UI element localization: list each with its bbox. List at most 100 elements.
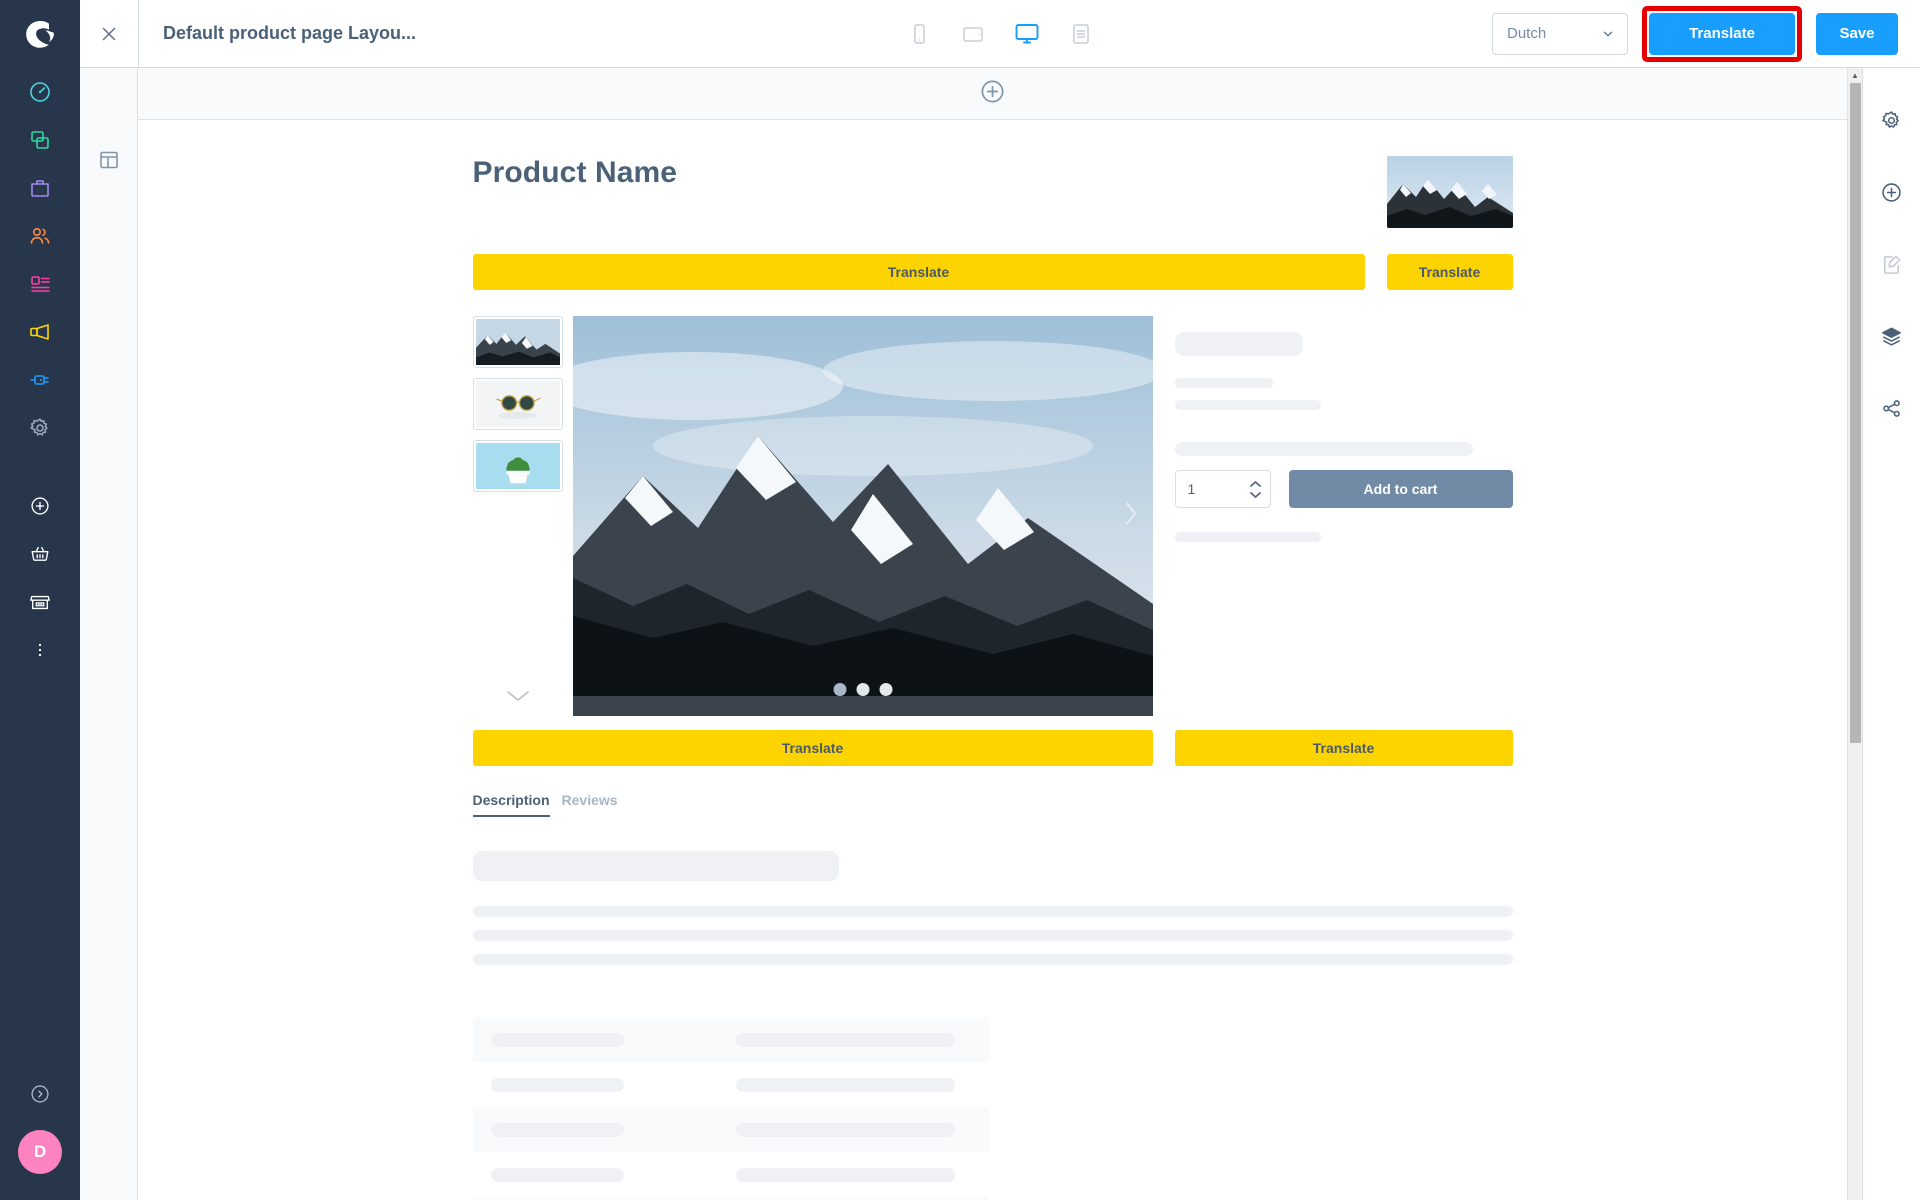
translate-overlay-gallery[interactable]: Translate: [472, 730, 1153, 766]
chevron-down-icon: [1249, 491, 1261, 498]
viewport-form-icon[interactable]: [1064, 17, 1098, 51]
sidebar-tool-add[interactable]: [0, 482, 80, 530]
gallery-scroll-down-chevron-icon[interactable]: [473, 688, 563, 704]
page-title: Default product page Layou...: [163, 23, 417, 43]
table-row: [472, 1107, 989, 1152]
quantity-stepper[interactable]: 1: [1174, 470, 1271, 508]
shopware-logo-icon[interactable]: [0, 0, 80, 68]
sidebar-item-content[interactable]: [0, 260, 80, 308]
placeholder-cell-value: [735, 1032, 955, 1047]
gallery-thumbnails: [472, 316, 563, 716]
viewport-tablet-icon[interactable]: [956, 17, 990, 51]
plus-circle-icon[interactable]: [1872, 172, 1912, 212]
right-tool-panel: [1862, 68, 1920, 1200]
avatar[interactable]: D: [18, 1130, 62, 1174]
sidebar-nav: [0, 68, 80, 674]
table-row: [472, 1017, 989, 1062]
add-section-plus-circle-icon[interactable]: [979, 78, 1006, 110]
carousel-dots: [833, 683, 892, 696]
layers-icon[interactable]: [1872, 316, 1912, 356]
viewport-mobile-icon[interactable]: [902, 17, 936, 51]
translate-overlay-buybox[interactable]: Translate: [1174, 730, 1513, 766]
viewport-switcher: [902, 17, 1098, 51]
chevron-right-circle-icon[interactable]: [0, 1058, 80, 1130]
translate-row-bottom: Translate Translate: [472, 730, 1513, 766]
carousel-dot-2[interactable]: [856, 683, 869, 696]
placeholder-meta-2: [1174, 400, 1321, 410]
close-icon[interactable]: [80, 0, 138, 68]
sidebar-item-catalogues[interactable]: [0, 116, 80, 164]
table-row: [473, 1062, 989, 1107]
tab-reviews[interactable]: Reviews: [562, 792, 618, 817]
triangle-up-icon[interactable]: ▲: [1851, 68, 1859, 80]
add-to-cart-button[interactable]: Add to cart: [1288, 470, 1513, 508]
gear-icon[interactable]: [1872, 100, 1912, 140]
translate-button[interactable]: Translate: [1649, 12, 1795, 55]
placeholder-line-1: [472, 906, 1513, 917]
sidebar-tool-storefront[interactable]: [0, 578, 80, 626]
translate-overlay-title[interactable]: Translate: [472, 254, 1365, 290]
translate-overlay-hero[interactable]: Translate: [1386, 254, 1513, 290]
placeholder-cell-label: [490, 1032, 624, 1047]
description-placeholder: [472, 851, 1513, 965]
add-section-bar: [138, 68, 1847, 120]
language-select[interactable]: Dutch: [1492, 12, 1628, 55]
thumbnail-plant[interactable]: [472, 440, 563, 492]
table-row: [473, 1152, 989, 1197]
placeholder-cell-value: [735, 1077, 955, 1092]
sidebar-footer: D: [0, 1058, 80, 1200]
placeholder-cell-label: [490, 1077, 624, 1092]
edit-note-icon: [1872, 244, 1912, 284]
sidebar-item-customers[interactable]: [0, 212, 80, 260]
header-divider: [138, 0, 139, 68]
layout-sections-icon[interactable]: [89, 140, 129, 180]
sidebar-more-vertical-icon[interactable]: [0, 626, 80, 674]
carousel-dot-3[interactable]: [879, 683, 892, 696]
quantity-value: 1: [1187, 481, 1196, 497]
placeholder-price: [1174, 332, 1303, 356]
sidebar-tool-basket[interactable]: [0, 530, 80, 578]
thumbnail-mountains[interactable]: [472, 316, 563, 368]
placeholder-meta-1: [1174, 378, 1273, 388]
main-column: Default product page Layou... Dutch Tran…: [80, 0, 1920, 1200]
save-button[interactable]: Save: [1816, 12, 1898, 55]
sidebar-item-dashboard[interactable]: [0, 68, 80, 116]
carousel-dot-1[interactable]: [833, 683, 846, 696]
gallery-next-chevron-icon[interactable]: [1123, 500, 1139, 533]
product-tabs: Description Reviews: [472, 792, 1513, 817]
left-tool-panel: [80, 68, 138, 1200]
title-row: Product Name: [473, 156, 1513, 228]
body-area: Product Name Translate Translate 1 Add t…: [80, 68, 1920, 1200]
translate-row-top: Translate Translate: [472, 254, 1513, 290]
canvas-scrollbar[interactable]: ▲: [1847, 68, 1862, 1200]
product-detail-row: 1 Add to cart: [472, 316, 1513, 716]
sidebar-item-marketing[interactable]: [0, 308, 80, 356]
product-buybox: 1 Add to cart: [1174, 316, 1513, 542]
placeholder-line-2: [472, 930, 1513, 941]
specs-placeholder-table: [472, 1017, 1513, 1200]
thumbnail-sunglasses[interactable]: [472, 378, 563, 430]
chevron-down-icon: [1603, 31, 1613, 36]
share-nodes-icon[interactable]: [1872, 388, 1912, 428]
placeholder-cell-label: [490, 1122, 624, 1137]
viewport-desktop-icon[interactable]: [1010, 17, 1044, 51]
quantity-and-cart-row: 1 Add to cart: [1174, 470, 1513, 508]
sidebar-item-extensions[interactable]: [0, 356, 80, 404]
placeholder-cell-value: [735, 1167, 955, 1182]
placeholder-cell-value: [735, 1122, 955, 1137]
placeholder-heading: [472, 851, 839, 881]
placeholder-shipping: [1174, 532, 1321, 542]
placeholder-line-3: [472, 954, 1513, 965]
tab-description[interactable]: Description: [472, 792, 550, 817]
scrollbar-thumb[interactable]: [1849, 83, 1861, 743]
sidebar-item-orders[interactable]: [0, 164, 80, 212]
app-root: D Default product page Layou... Dutch Tr…: [0, 0, 1920, 1200]
page-canvas: Product Name Translate Translate 1 Add t…: [138, 120, 1847, 1200]
primary-sidebar: D: [0, 0, 80, 1200]
gallery-main-image[interactable]: [572, 316, 1153, 716]
product-gallery: [472, 316, 1153, 716]
product-name: Product Name: [472, 156, 678, 189]
sidebar-item-settings[interactable]: [0, 404, 80, 452]
hero-thumbnail-image: [1386, 156, 1513, 228]
chevron-up-icon: [1249, 480, 1261, 487]
